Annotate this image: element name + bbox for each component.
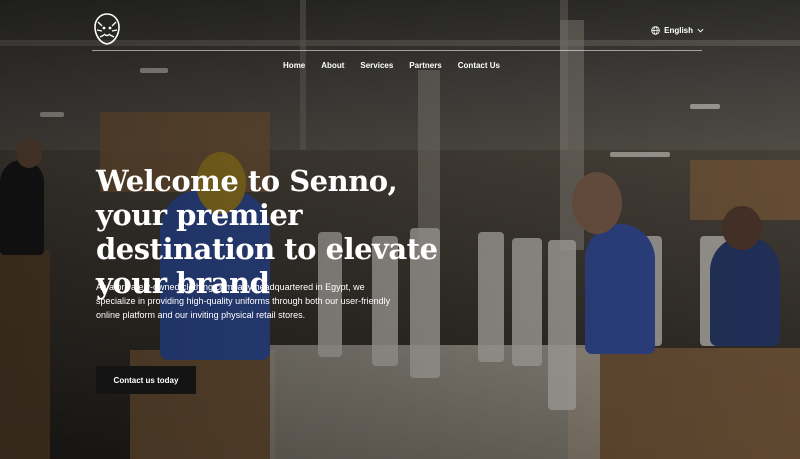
hero-description: As a privately-owned clothing company he…: [96, 282, 391, 320]
nav-contact-us[interactable]: Contact Us: [458, 61, 500, 71]
nav-services[interactable]: Services: [360, 61, 393, 71]
hero-section: English Home About Services Partners Con…: [0, 0, 800, 459]
header-divider: [92, 50, 702, 51]
language-selector[interactable]: English: [651, 26, 704, 35]
chevron-down-icon: [697, 28, 704, 33]
nav-partners[interactable]: Partners: [409, 61, 441, 71]
main-nav: Home About Services Partners Contact Us: [283, 61, 500, 71]
language-label: English: [664, 26, 693, 35]
nav-about[interactable]: About: [321, 61, 344, 71]
lion-head-icon[interactable]: [92, 12, 122, 46]
contact-us-button[interactable]: Contact us today: [96, 366, 196, 394]
globe-icon: [651, 26, 660, 35]
nav-home[interactable]: Home: [283, 61, 305, 71]
